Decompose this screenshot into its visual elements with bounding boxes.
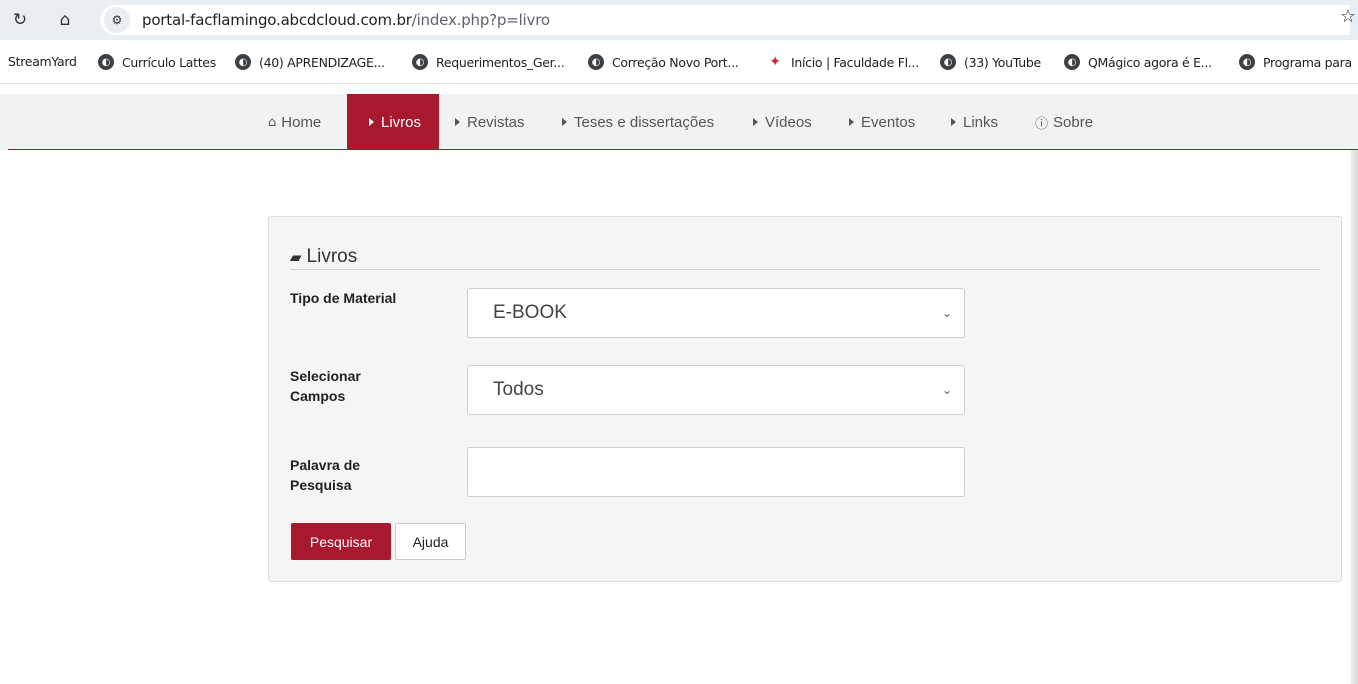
palavra-pesquisa-label: Palavra de Pesquisa	[290, 455, 440, 495]
nav-label: Eventos	[861, 113, 916, 131]
globe-icon: ◐	[412, 54, 428, 70]
selecionar-campos-select[interactable]: Todos ⌄	[467, 365, 965, 415]
caret-right-icon	[951, 118, 956, 126]
nav-item-livros[interactable]: Livros	[347, 94, 439, 150]
bookmark-aprendizage[interactable]: ◐ (40) APRENDIZAGE...	[235, 54, 385, 70]
tipo-material-select[interactable]: E-BOOK ⌄	[467, 288, 965, 338]
nav-item-links[interactable]: Links	[943, 94, 1006, 150]
bookmark-label: (33) YouTube	[964, 54, 1041, 70]
bookmark-programa[interactable]: ◐ Programa para	[1239, 54, 1352, 70]
bookmarks-bar: StreamYard ◐ Currículo Lattes ◐ (40) APREN…	[0, 40, 1358, 84]
book-icon: ▰	[290, 248, 302, 266]
star-icon[interactable]: ☆	[1340, 6, 1356, 27]
nav-label: Livros	[381, 113, 422, 131]
bookmark-inicio-faculdade[interactable]: ✦ Início | Faculdade Fl...	[767, 54, 919, 70]
nav-item-sobre[interactable]: ⓘ Sobre	[1027, 94, 1101, 150]
reload-icon[interactable]: ↻	[8, 8, 32, 32]
page-edge-shadow	[1351, 150, 1358, 684]
url-domain: portal-facflamingo.abcdcloud.com.br	[142, 11, 412, 29]
ajuda-button[interactable]: Ajuda	[395, 523, 466, 560]
browser-toolbar: ↻ ⌂ ⚙ portal-facflamingo.abcdcloud.com.b…	[0, 0, 1358, 40]
panel-title-text: Livros	[306, 246, 358, 267]
pesquisar-button[interactable]: Pesquisar	[291, 523, 391, 560]
nav-label: Sobre	[1053, 113, 1094, 131]
bookmark-requerimentos[interactable]: ◐ Requerimentos_Ger...	[412, 54, 565, 70]
site-settings-icon[interactable]: ⚙	[104, 7, 130, 33]
caret-right-icon	[562, 118, 567, 126]
bookmark-streamyard[interactable]: StreamYard	[8, 54, 77, 69]
label-line: Campos	[290, 388, 346, 404]
label-line: Palavra de	[290, 457, 361, 473]
nav-label: Links	[963, 113, 999, 131]
globe-icon: ◐	[235, 54, 251, 70]
nav-label: Teses e dissertações	[574, 113, 715, 131]
nav-label: Home	[281, 113, 322, 131]
bookmark-label: Programa para	[1263, 54, 1352, 70]
tipo-material-value: E-BOOK	[493, 302, 567, 323]
flamingo-icon: ✦	[769, 54, 781, 70]
panel-title: ▰ Livros	[290, 246, 357, 268]
url-path: /index.php?p=livro	[411, 11, 550, 29]
label-line: Pesquisa	[290, 477, 352, 493]
nav-item-revistas[interactable]: Revistas	[447, 94, 533, 150]
address-bar[interactable]: ⚙ portal-facflamingo.abcdcloud.com.br/in…	[100, 5, 1350, 35]
palavra-pesquisa-input[interactable]	[467, 447, 965, 497]
bookmark-curriculo-lattes[interactable]: ◐ Currículo Lattes	[98, 54, 216, 70]
bookmark-label: Requerimentos_Ger...	[436, 54, 565, 70]
bookmark-youtube[interactable]: ◐ (33) YouTube	[940, 54, 1041, 70]
nav-item-teses[interactable]: Teses e dissertações	[554, 94, 722, 150]
bookmark-correcao[interactable]: ◐ Correção Novo Port...	[588, 54, 739, 70]
bookmark-label: QMágico agora é E...	[1088, 54, 1212, 70]
bookmark-label: Início | Faculdade Fl...	[791, 54, 919, 70]
chevron-down-icon: ⌄	[941, 383, 952, 397]
nav-item-home[interactable]: ⌂ Home	[260, 94, 329, 150]
label-line: Selecionar	[290, 368, 361, 384]
globe-icon: ◐	[1064, 54, 1080, 70]
bookmark-qmagico[interactable]: ◐ QMágico agora é E...	[1064, 54, 1212, 70]
caret-right-icon	[849, 118, 854, 126]
home-icon[interactable]: ⌂	[53, 8, 77, 32]
bookmark-label: (40) APRENDIZAGE...	[259, 54, 385, 70]
nav-item-eventos[interactable]: Eventos	[841, 94, 923, 150]
tipo-material-label: Tipo de Material	[290, 290, 397, 306]
selecionar-campos-value: Todos	[493, 379, 544, 400]
legend-divider	[290, 269, 1320, 270]
globe-icon: ◐	[940, 54, 956, 70]
caret-right-icon	[753, 118, 758, 126]
bookmark-label: Currículo Lattes	[122, 54, 216, 70]
globe-icon: ◐	[588, 54, 604, 70]
info-icon: ⓘ	[1035, 116, 1049, 132]
chevron-down-icon: ⌄	[941, 306, 952, 320]
nav-label: Revistas	[467, 113, 525, 131]
bookmark-label: Correção Novo Port...	[612, 54, 739, 70]
caret-right-icon	[455, 118, 460, 126]
nav-label: Vídeos	[765, 113, 812, 131]
nav-item-videos[interactable]: Vídeos	[745, 94, 820, 150]
globe-icon: ◐	[98, 54, 114, 70]
bookmark-label: StreamYard	[8, 54, 77, 69]
url-text[interactable]: portal-facflamingo.abcdcloud.com.br/inde…	[142, 11, 550, 29]
globe-icon: ◐	[1239, 54, 1255, 70]
caret-right-icon	[369, 118, 374, 126]
home-icon: ⌂	[268, 114, 277, 130]
selecionar-campos-label: Selecionar Campos	[290, 366, 440, 406]
